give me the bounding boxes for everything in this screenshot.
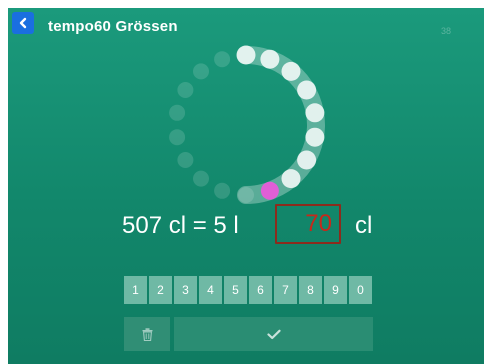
checkmark-icon [266, 329, 281, 339]
answer-input[interactable]: 70 [275, 204, 341, 244]
progress-dot-pending [214, 51, 231, 68]
key-5[interactable]: 5 [224, 276, 247, 304]
key-1[interactable]: 1 [124, 276, 147, 304]
trash-icon [142, 327, 152, 341]
equation-left: 507 cl = 5 l [122, 212, 239, 239]
app-screen: tempo60 Grössen 38 507 cl = 5 l 70 cl 1 … [8, 8, 484, 364]
progress-dot-pending [177, 82, 194, 98]
progress-dot-pending [238, 187, 254, 203]
key-4[interactable]: 4 [199, 276, 222, 304]
progress-dot-pending [169, 129, 186, 146]
delete-button[interactable] [124, 317, 170, 351]
progress-dot-done [236, 45, 256, 65]
progress-ring [169, 45, 325, 204]
key-8[interactable]: 8 [299, 276, 322, 304]
progress-dot-done [281, 169, 301, 189]
key-7[interactable]: 7 [274, 276, 297, 304]
progress-dot-done [305, 103, 325, 123]
progress-dot-pending [177, 152, 194, 168]
progress-dot-pending [193, 63, 209, 80]
progress-dot-pending [169, 104, 186, 121]
progress-dot-done [297, 80, 317, 100]
key-0[interactable]: 0 [349, 276, 372, 304]
progress-dot-done [281, 61, 301, 81]
progress-dot-current [260, 181, 279, 200]
progress-arc [237, 46, 325, 204]
equation-row: 507 cl = 5 l 70 cl [8, 204, 484, 244]
key-2[interactable]: 2 [149, 276, 172, 304]
progress-dot-done [305, 127, 325, 147]
confirm-button[interactable] [174, 317, 373, 351]
progress-dot-done [260, 49, 280, 69]
progress-dot-pending [193, 170, 209, 187]
key-6[interactable]: 6 [249, 276, 272, 304]
progress-dot-pending [214, 182, 231, 199]
key-9[interactable]: 9 [324, 276, 347, 304]
number-keypad: 1 2 3 4 5 6 7 8 9 0 [124, 276, 372, 304]
answer-unit: cl [355, 212, 373, 239]
progress-dot-done [297, 150, 317, 170]
key-3[interactable]: 3 [174, 276, 197, 304]
